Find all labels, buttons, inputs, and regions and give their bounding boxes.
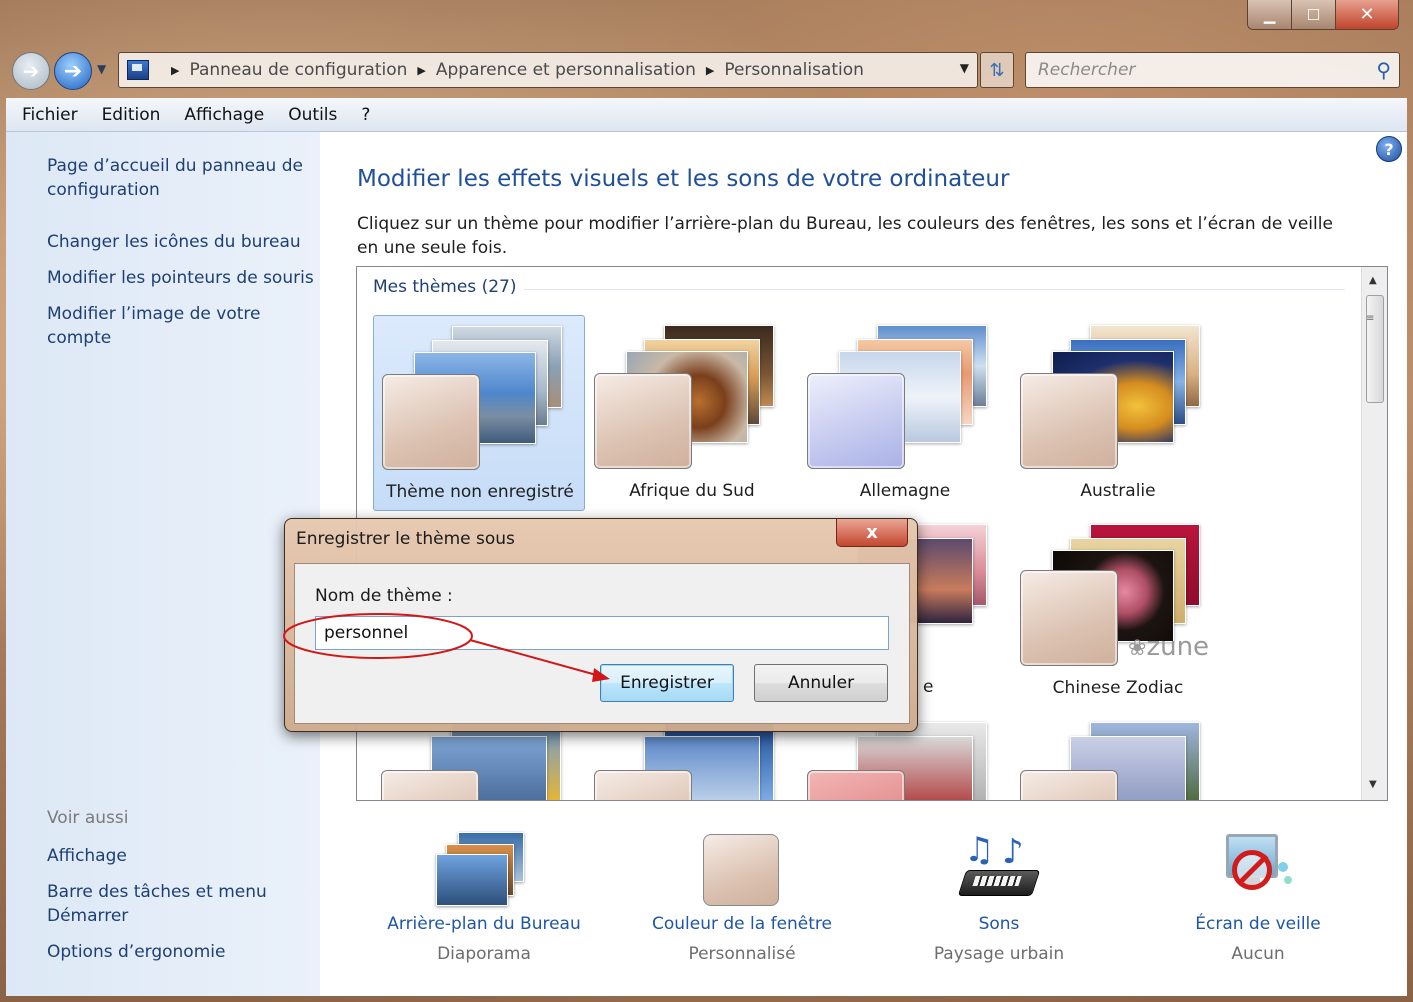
theme-label: Australie [1080,481,1156,501]
desktop-background-link[interactable]: Arrière-plan du Bureau [369,914,599,934]
theme-hidden-row3[interactable] [1012,712,1224,800]
breadcrumb-personalization[interactable]: Personnalisation [724,60,864,80]
search-input[interactable]: Rechercher ⚲ [1025,52,1400,88]
zune-logo-icon: ❀ [1128,636,1147,661]
scroll-down-icon[interactable]: ▼ [1369,779,1377,790]
scroll-up-icon[interactable]: ▲ [1369,275,1377,286]
desktop-background-value: Diaporama [437,944,531,964]
theme-color-swatch [594,770,692,800]
theme-color-swatch [1020,373,1118,469]
link-change-desktop-icons[interactable]: Changer les icônes du bureau [47,230,317,254]
page-title: Modifier les effets visuels et les sons … [357,166,1010,192]
scrollbar-thumb[interactable] [1366,295,1384,403]
maximize-button[interactable]: ☐ [1292,0,1336,29]
theme-label-fragment: e [923,677,934,697]
grip-icon: ≡ [1366,313,1375,324]
refresh-icon: ⇅ [989,59,1005,81]
theme-south-africa[interactable]: Afrique du Sud [586,315,798,511]
zune-logo: ❀zune [1128,632,1209,662]
dialog-title: Enregistrer le thème sous [296,529,515,549]
theme-name-label: Nom de thème : [315,586,453,606]
chevron-right-icon[interactable]: ▶ [171,64,179,77]
section-divider [517,289,1345,290]
theme-germany[interactable]: Allemagne [799,315,1011,511]
theme-color-swatch [381,770,479,800]
close-button[interactable]: ✕ [1336,0,1398,29]
section-title: Mes thèmes (27) [373,277,525,297]
control-panel-icon [127,60,149,80]
caption-buttons: ▁ ☐ ✕ [1247,0,1399,30]
recent-pages-dropdown[interactable]: ▼ [97,62,106,76]
setting-desktop-background[interactable]: Arrière-plan du Bureau Diaporama [369,914,599,964]
theme-australia[interactable]: Australie [1012,315,1224,511]
menu-edit[interactable]: Edition [102,105,161,125]
arrow-left-icon: ➔ [22,59,40,83]
help-icon[interactable]: ? [1376,136,1402,162]
theme-label: Thème non enregistré [386,482,574,502]
menu-file[interactable]: Fichier [22,105,78,125]
menu-bar: Fichier Edition Affichage Outils ? [6,98,1407,132]
setting-window-color[interactable]: Couleur de la fenêtre Personnalisé [627,914,857,964]
minimize-button[interactable]: ▁ [1248,0,1292,29]
refresh-button[interactable]: ⇅ [980,52,1014,88]
breadcrumb-control-panel[interactable]: Panneau de configuration [189,60,407,80]
theme-chinese-zodiac[interactable]: ❀zune Chinese Zodiac [1012,512,1224,708]
theme-unsaved[interactable]: Thème non enregistré [373,315,585,511]
link-ease-of-access[interactable]: Options d’ergonomie [47,940,317,964]
breadcrumb-appearance[interactable]: Apparence et personnalisation [436,60,696,80]
chevron-down-icon[interactable]: ▼ [960,61,969,75]
forward-button[interactable]: ➔ [54,52,92,90]
menu-view[interactable]: Affichage [184,105,264,125]
theme-label: Chinese Zodiac [1052,678,1184,698]
sounds-value: Paysage urbain [933,944,1065,964]
save-theme-dialog: Enregistrer le thème sous x Nom de thème… [284,518,918,732]
setting-screensaver[interactable]: Écran de veille Aucun [1143,914,1373,964]
save-button[interactable]: Enregistrer [600,664,734,702]
dialog-close-button[interactable]: x [836,519,908,547]
link-taskbar-start-menu[interactable]: Barre des tâches et menu Démarrer [47,880,277,928]
back-button[interactable]: ➔ [12,52,50,90]
theme-color-swatch [807,770,905,800]
window-color-value: Personnalisé [688,944,796,964]
page-description: Cliquez sur un thème pour modifier l’arr… [357,214,1333,258]
menu-help[interactable]: ? [361,105,370,125]
theme-list-scrollbar[interactable]: ▲ ≡ ▼ [1361,267,1387,800]
chevron-right-icon[interactable]: ▶ [417,64,425,77]
arrow-right-icon: ➔ [63,58,83,84]
theme-name-input[interactable] [315,616,889,650]
theme-color-swatch [807,373,905,469]
link-control-panel-home[interactable]: Page d’accueil du panneau de configurati… [47,154,317,202]
link-change-mouse-pointers[interactable]: Modifier les pointeurs de souris [47,266,317,290]
chevron-right-icon[interactable]: ▶ [706,64,714,77]
search-placeholder: Rechercher [1038,60,1136,80]
screensaver-link[interactable]: Écran de veille [1143,914,1373,934]
setting-sounds[interactable]: Sons Paysage urbain [884,914,1114,964]
menu-tools[interactable]: Outils [288,105,337,125]
desktop-background-icon[interactable] [436,832,530,908]
theme-label: Afrique du Sud [629,481,755,501]
theme-color-swatch [594,373,692,469]
zune-badge: zune [1146,632,1210,662]
screensaver-value: Aucun [1231,944,1285,964]
link-display[interactable]: Affichage [47,844,317,868]
see-also-heading: Voir aussi [47,808,129,828]
sounds-link[interactable]: Sons [884,914,1114,934]
sounds-icon[interactable]: ♫ ♪ [957,830,1042,906]
theme-label: Allemagne [859,481,951,501]
cancel-button[interactable]: Annuler [754,664,888,702]
search-icon[interactable]: ⚲ [1376,58,1391,82]
theme-color-swatch [1020,570,1118,666]
window-color-icon[interactable] [703,834,779,906]
address-bar[interactable]: ▶ Panneau de configuration ▶ Apparence e… [118,52,978,88]
theme-color-swatch [1020,770,1118,800]
theme-color-swatch [382,374,480,470]
screensaver-icon[interactable] [1220,832,1298,908]
link-change-account-picture[interactable]: Modifier l’image de votre compte [47,302,277,350]
window-color-link[interactable]: Couleur de la fenêtre [627,914,857,934]
dialog-body: Nom de thème : Enregistrer Annuler [294,563,910,724]
